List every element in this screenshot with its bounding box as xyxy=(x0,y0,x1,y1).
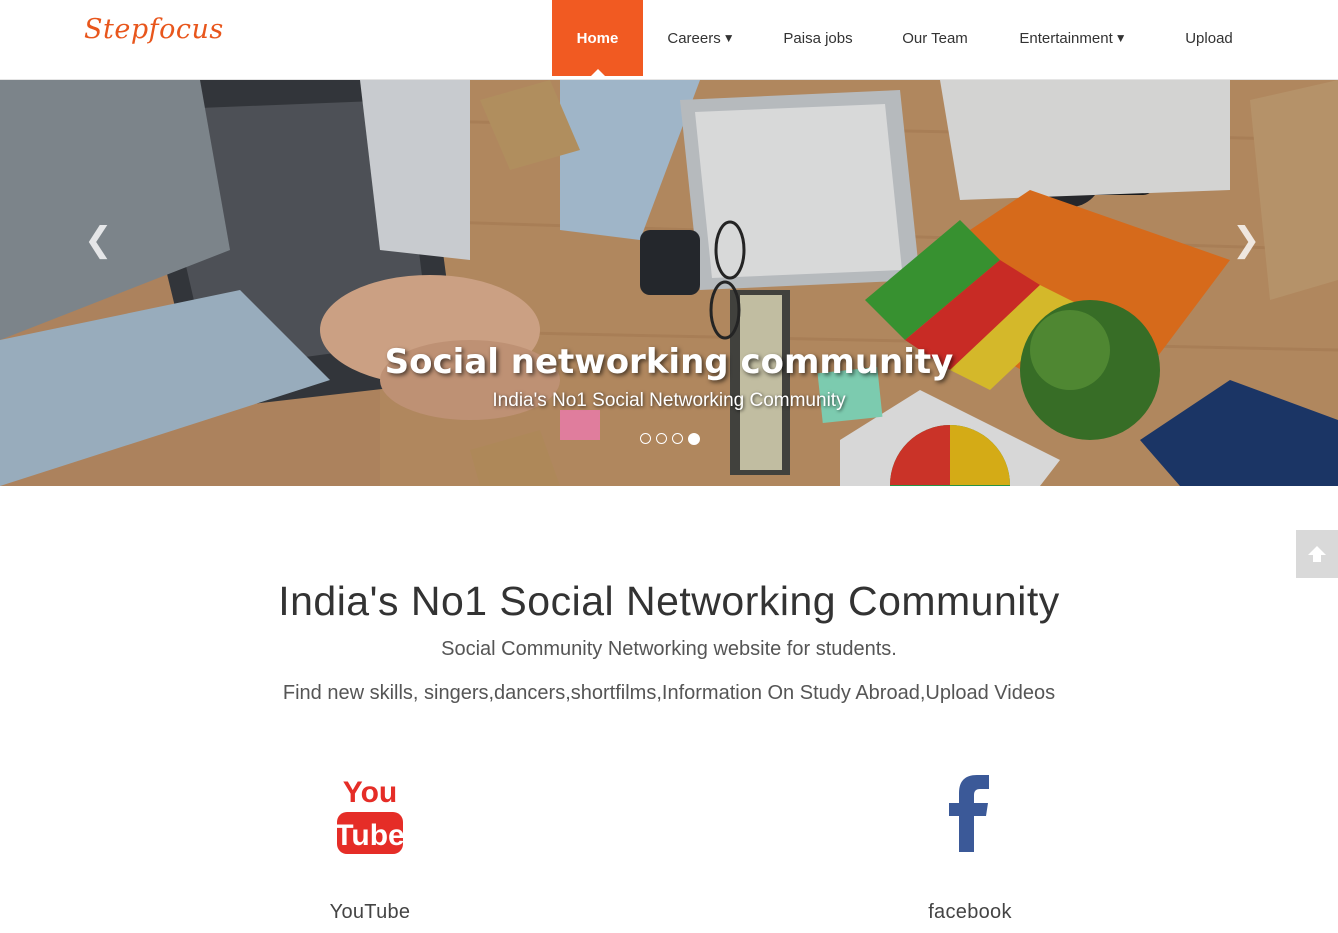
carousel-prev-button[interactable]: ❮ xyxy=(84,220,113,260)
page-heading: India's No1 Social Networking Community xyxy=(278,578,1060,624)
youtube-link[interactable]: You Tube YouTube xyxy=(270,772,470,924)
facebook-label: facebook xyxy=(928,901,1012,923)
nav-home[interactable]: Home xyxy=(552,0,643,76)
svg-text:You: You xyxy=(343,776,397,809)
page-subtext-2: Find new skills, singers,dancers,shortfi… xyxy=(282,682,1056,704)
main-nav: Home Careers ▼ Paisa jobs Our Team Entert… xyxy=(552,0,1265,76)
hero-carousel: ❮ ❯ Social networking community India's … xyxy=(0,80,1338,486)
carousel-dot-4[interactable] xyxy=(688,433,700,445)
carousel-next-button[interactable]: ❯ xyxy=(1232,220,1261,260)
youtube-icon: You Tube xyxy=(335,776,405,854)
page-subtext-1: Social Community Networking website for … xyxy=(441,638,897,660)
nav-paisa-jobs[interactable]: Paisa jobs xyxy=(759,0,877,76)
nav-upload[interactable]: Upload xyxy=(1153,0,1265,76)
youtube-label: YouTube xyxy=(329,901,411,923)
site-logo[interactable]: Stepfocus xyxy=(84,14,224,45)
svg-text:Tube: Tube xyxy=(335,819,404,852)
nav-paisa-jobs-label: Paisa jobs xyxy=(783,29,853,47)
nav-entertainment[interactable]: Entertainment ▼ xyxy=(993,0,1153,76)
nav-careers[interactable]: Careers ▼ xyxy=(643,0,759,76)
carousel-dot-1[interactable] xyxy=(640,433,651,444)
carousel-indicators xyxy=(640,433,700,445)
chevron-down-icon: ▼ xyxy=(1114,31,1127,45)
nav-careers-label: Careers xyxy=(667,29,721,47)
chevron-down-icon: ▼ xyxy=(722,31,735,45)
facebook-icon xyxy=(949,775,989,852)
back-to-top-button[interactable] xyxy=(1296,530,1338,578)
chevron-right-icon: ❯ xyxy=(1232,221,1261,259)
hero-background-image xyxy=(0,80,1338,486)
carousel-dot-2[interactable] xyxy=(656,433,667,444)
hero-title: Social networking community xyxy=(384,342,954,382)
chevron-left-icon: ❮ xyxy=(84,221,113,259)
nav-upload-label: Upload xyxy=(1185,29,1233,47)
nav-entertainment-label: Entertainment xyxy=(1019,29,1113,47)
carousel-dot-3[interactable] xyxy=(672,433,683,444)
hero-subtitle: India's No1 Social Networking Community xyxy=(492,390,846,411)
nav-our-team[interactable]: Our Team xyxy=(877,0,993,76)
site-header: Stepfocus Home Careers ▼ Paisa jobs Our T… xyxy=(0,0,1338,80)
arrow-up-icon xyxy=(1308,546,1326,562)
facebook-link[interactable]: facebook xyxy=(870,772,1070,924)
nav-our-team-label: Our Team xyxy=(902,29,968,47)
nav-home-label: Home xyxy=(576,29,619,47)
